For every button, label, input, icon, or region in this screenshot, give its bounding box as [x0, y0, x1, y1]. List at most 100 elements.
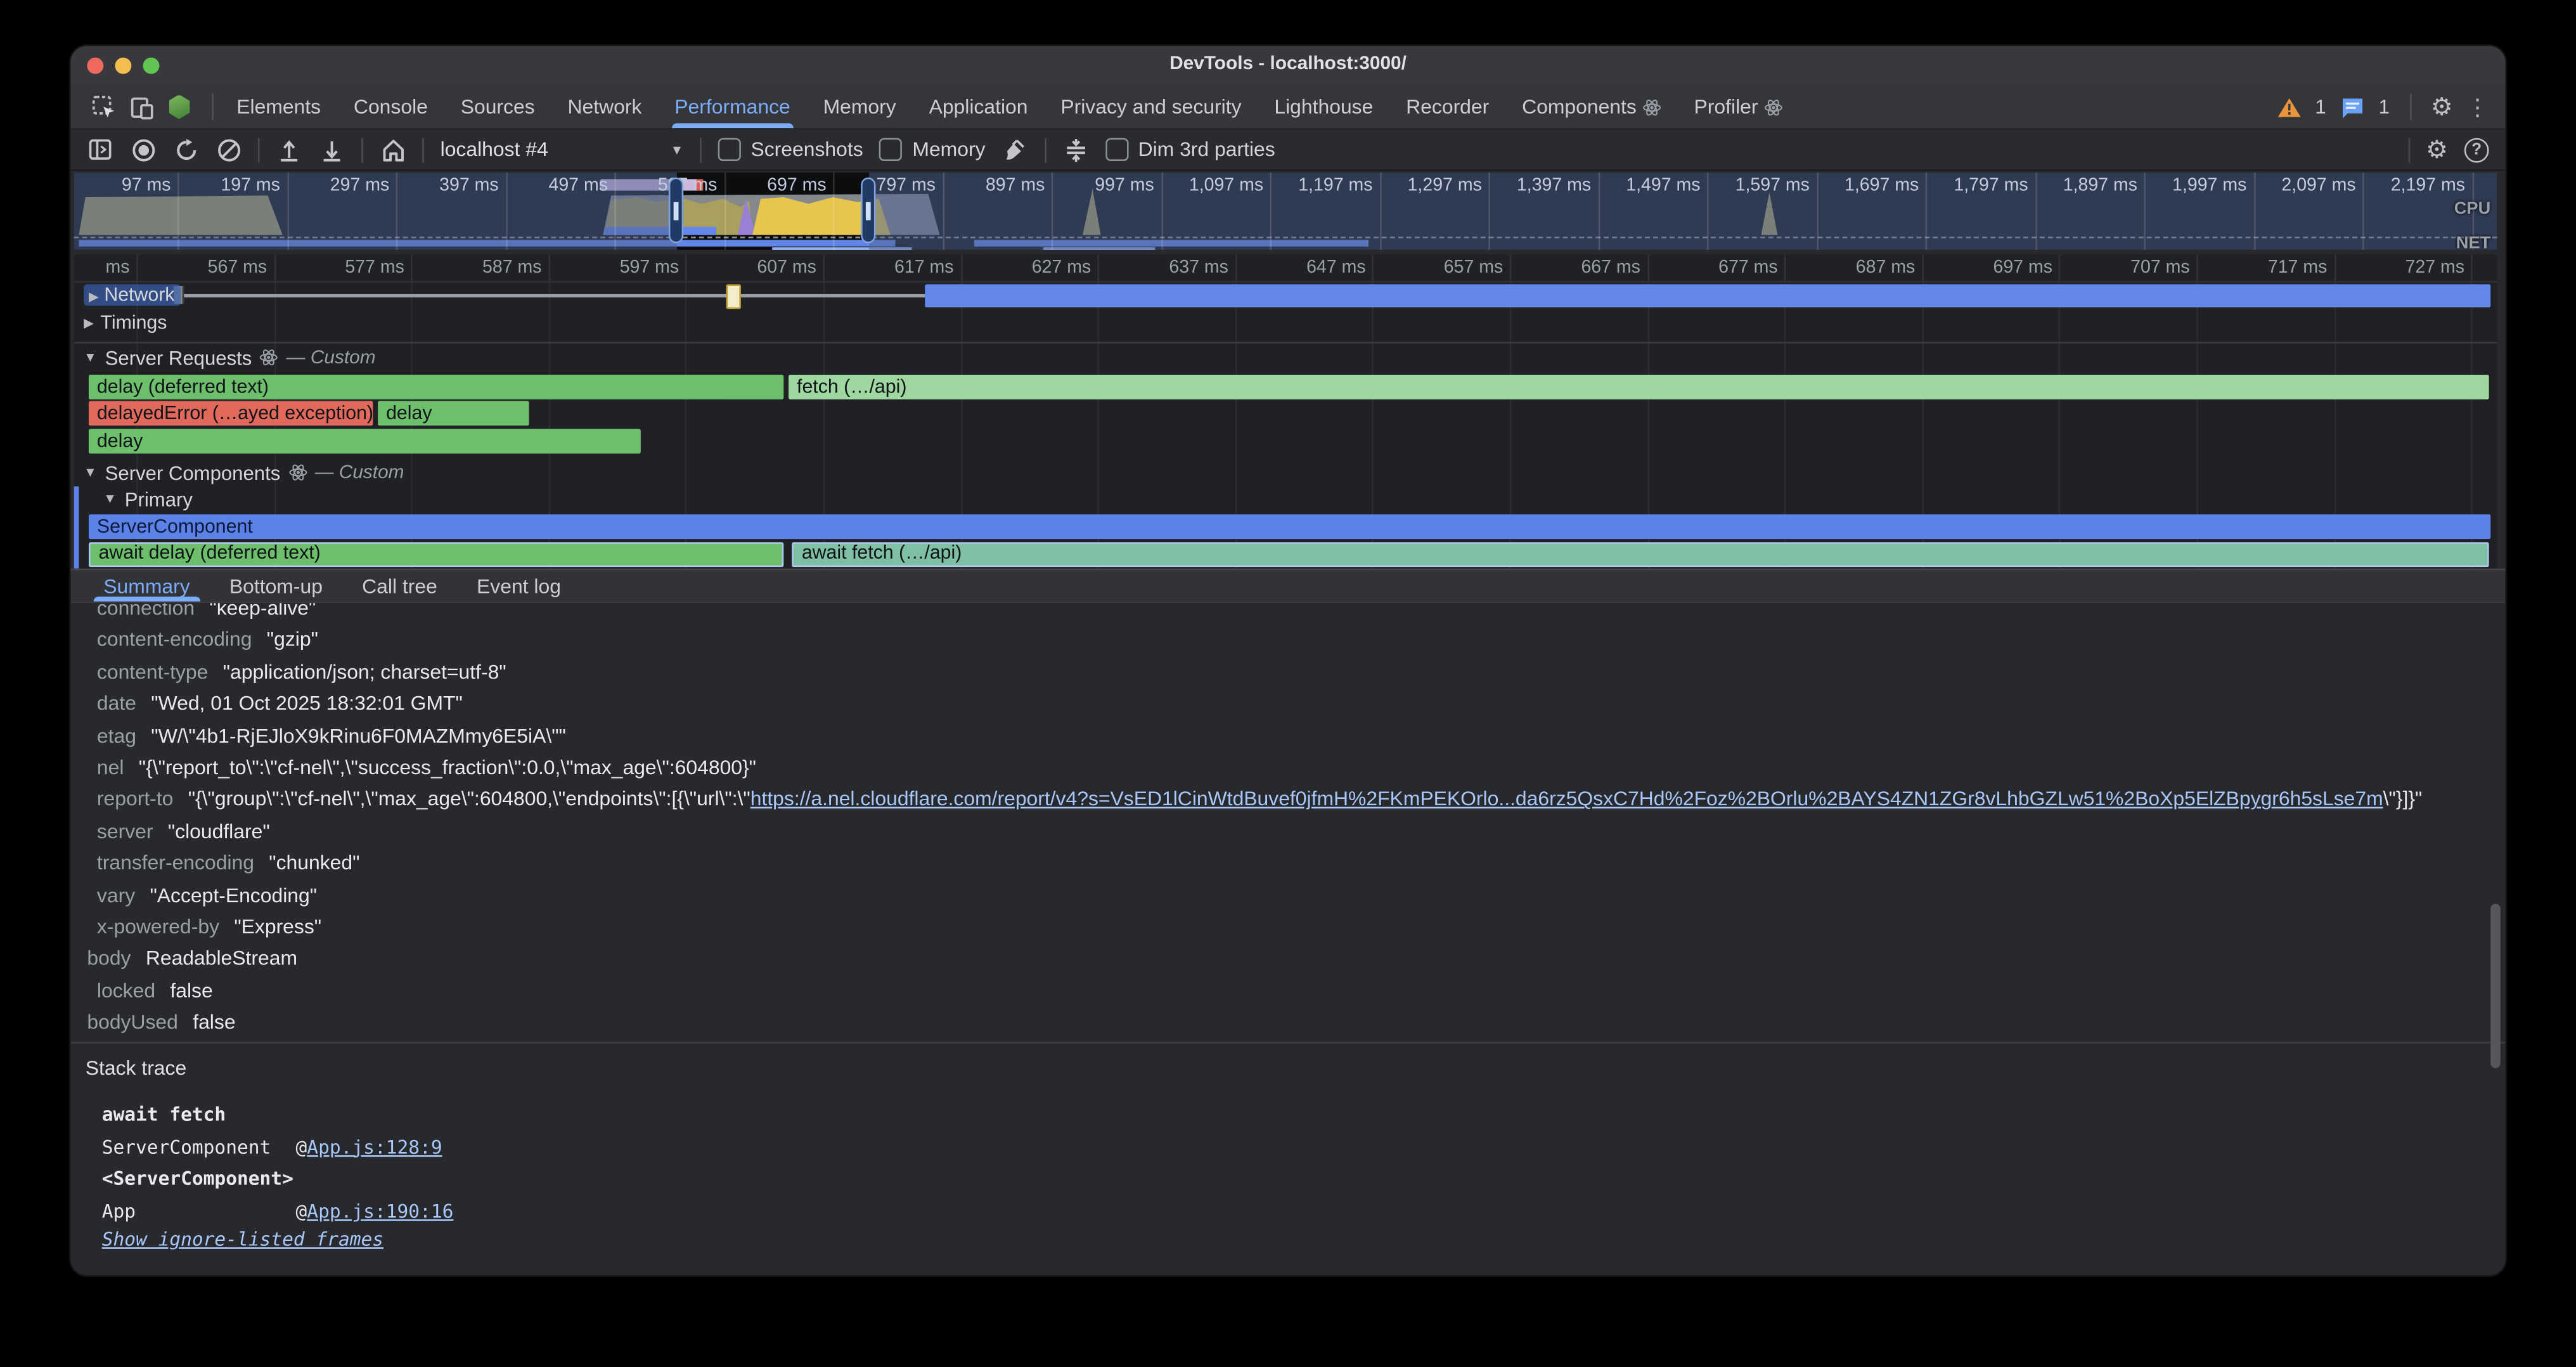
- checkbox-box[interactable]: [1105, 138, 1128, 161]
- flame-event-bar[interactable]: ServerComponent: [89, 514, 2490, 539]
- ruler-tick-label: 717 ms: [2212, 258, 2327, 278]
- network-request-bar[interactable]: [925, 284, 2490, 307]
- selection-handle-right[interactable]: [861, 178, 875, 243]
- triangle-right-icon[interactable]: ▶: [89, 289, 99, 304]
- property-key: locked: [97, 979, 155, 1002]
- inspect-element-icon[interactable]: [91, 94, 117, 120]
- triangle-down-icon[interactable]: ▼: [103, 491, 117, 506]
- ruler-tick: [1784, 255, 1786, 281]
- timings-track-label[interactable]: ▶ Timings: [84, 311, 167, 335]
- network-request-block[interactable]: [726, 283, 741, 308]
- download-profile-icon[interactable]: [319, 136, 345, 162]
- network-track-label[interactable]: ▶ Network: [84, 283, 181, 308]
- checkbox-box[interactable]: [718, 138, 741, 161]
- flame-event-bar[interactable]: await fetch (…/api): [792, 542, 2489, 567]
- extension-gem-icon[interactable]: [166, 94, 192, 120]
- collapse-tracks-icon[interactable]: [1062, 136, 1088, 162]
- capture-settings-gear-icon[interactable]: ⚙: [2426, 137, 2448, 162]
- tab-network[interactable]: Network: [551, 86, 659, 128]
- history-select[interactable]: localhost #4 ▼: [441, 138, 684, 161]
- clear-button[interactable]: [216, 136, 242, 162]
- property-key: bodyUsed: [87, 1011, 178, 1034]
- home-icon[interactable]: [380, 136, 406, 162]
- tab-profiler[interactable]: Profiler: [1678, 86, 1800, 128]
- flame-event-bar[interactable]: delay (deferred text): [89, 374, 783, 399]
- toggle-sidebar-icon[interactable]: [87, 136, 113, 162]
- tab-lighthouse[interactable]: Lighthouse: [1258, 86, 1389, 128]
- dim-3rd-parties-label: Dim 3rd parties: [1138, 138, 1275, 161]
- devtools-tab-bar: ElementsConsole Sources Network Performance…: [70, 86, 2505, 130]
- details-tab-label: Bottom-up: [229, 574, 323, 597]
- show-ignore-listed-frames-link[interactable]: Show ignore-listed frames: [102, 1228, 383, 1250]
- garbage-collect-icon[interactable]: [1001, 136, 1027, 162]
- details-tab-label: Event log: [477, 574, 561, 597]
- property-key: server: [97, 820, 153, 843]
- property-key: content-type: [97, 660, 208, 683]
- flame-event-bar[interactable]: delay: [89, 428, 641, 453]
- server-requests-header[interactable]: ▼ Server Requests — Custom: [84, 345, 375, 370]
- primary-track-header[interactable]: ▼ Primary: [103, 486, 193, 511]
- property-value: "chunked": [269, 852, 359, 874]
- tab-components[interactable]: Components: [1505, 86, 1677, 128]
- property-value: "application/json; charset=utf-8": [223, 660, 506, 683]
- dim-3rd-parties-checkbox[interactable]: Dim 3rd parties: [1105, 138, 1275, 161]
- ruler-tick: [1098, 255, 1100, 281]
- scrollbar-thumb[interactable]: [2490, 904, 2501, 1068]
- tab-elements[interactable]: Elements: [220, 86, 337, 128]
- tab-privacy-and-security[interactable]: Privacy and security: [1044, 86, 1258, 128]
- help-icon[interactable]: ?: [2464, 137, 2489, 162]
- selection-handle-left[interactable]: [669, 178, 683, 243]
- tab-label: Sources: [461, 95, 535, 118]
- details-tab-call-tree[interactable]: Call tree: [342, 570, 457, 601]
- triangle-down-icon[interactable]: ▼: [84, 350, 97, 365]
- screenshots-checkbox[interactable]: Screenshots: [718, 138, 863, 161]
- server-components-header[interactable]: ▼ Server Components — Custom: [84, 460, 404, 485]
- message-icon[interactable]: [2339, 94, 2365, 120]
- ruler-tick-label: 697 ms: [1938, 258, 2052, 278]
- tab-recorder[interactable]: Recorder: [1389, 86, 1505, 128]
- summary-pane[interactable]: connection"keep-alive"content-encoding"g…: [70, 603, 2505, 1275]
- triangle-right-icon[interactable]: ▶: [84, 316, 94, 330]
- stack-frame-location-link[interactable]: App.js:128:9: [307, 1135, 442, 1158]
- flame-event-bar[interactable]: delay: [378, 401, 529, 425]
- tab-sources[interactable]: Sources: [444, 86, 551, 128]
- property-key: body: [87, 947, 131, 970]
- tab-label: Components: [1522, 95, 1637, 118]
- overview-tick-label: 597 ms: [602, 176, 717, 195]
- record-button[interactable]: [130, 136, 156, 162]
- upload-profile-icon[interactable]: [276, 136, 302, 162]
- reload-record-button[interactable]: [172, 136, 198, 162]
- triangle-down-icon[interactable]: ▼: [84, 465, 97, 479]
- checkbox-box[interactable]: [880, 138, 903, 161]
- settings-gear-icon[interactable]: ⚙: [2431, 94, 2453, 119]
- stack-frame-location-link[interactable]: App.js:190:16: [307, 1200, 453, 1222]
- tab-application[interactable]: Application: [913, 86, 1045, 128]
- ruler-tick: [960, 255, 962, 281]
- warning-icon[interactable]: [2276, 94, 2302, 120]
- details-tab-summary[interactable]: Summary: [84, 570, 210, 601]
- report-to-link[interactable]: https://a.nel.cloudflare.com/report/v4?s…: [750, 788, 2383, 811]
- tab-memory[interactable]: Memory: [807, 86, 913, 128]
- property-row: content-encoding"gzip": [70, 625, 2505, 657]
- details-tab-event-log[interactable]: Event log: [457, 570, 581, 601]
- more-options-icon[interactable]: ⋮: [2466, 93, 2489, 120]
- tab-label: Performance: [674, 95, 790, 118]
- ruler-tick-label: 647 ms: [1251, 258, 1365, 278]
- flame-event-bar[interactable]: delayedError (…ayed exception): [89, 401, 373, 425]
- tab-console[interactable]: Console: [337, 86, 444, 128]
- property-row: bodyReadableStream: [70, 944, 2505, 976]
- flame-event-bar[interactable]: await delay (deferred text): [89, 542, 783, 567]
- timeline-ruler[interactable]: ms567 ms577 ms587 ms597 ms607 ms617 ms62…: [74, 255, 2497, 283]
- flame-event-bar[interactable]: fetch (…/api): [789, 374, 2489, 399]
- details-tab-bottom-up[interactable]: Bottom-up: [210, 570, 342, 601]
- stack-trace-title: Stack trace: [86, 1057, 186, 1080]
- tab-performance[interactable]: Performance: [658, 86, 806, 128]
- flame-chart[interactable]: ▶ Network ▶ Timings ▼ Server Requests — …: [74, 283, 2497, 569]
- device-toolbar-icon[interactable]: [128, 94, 154, 120]
- screen: DevTools - localhost:3000/ ElementsConso…: [0, 0, 2576, 1367]
- property-value: "{\"report_to\":\"cf-nel\",\"success_fra…: [139, 756, 756, 779]
- timeline-overview[interactable]: 97 ms197 ms297 ms397 ms497 ms597 ms697 m…: [74, 172, 2497, 250]
- property-value: "keep-alive": [209, 603, 316, 619]
- memory-checkbox[interactable]: Memory: [880, 138, 986, 161]
- stack-trace: await fetchServerComponent@ App.js:128:9…: [102, 1098, 454, 1227]
